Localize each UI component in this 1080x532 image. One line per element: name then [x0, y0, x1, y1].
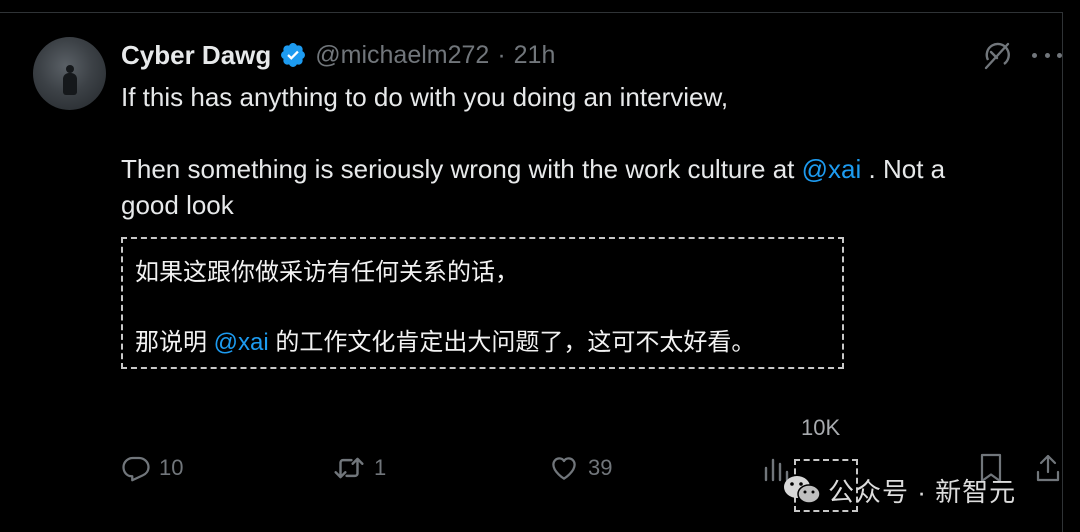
tweet-card: Cyber Dawg @michaelm272 · 21h If this ha…	[0, 0, 1080, 532]
more-dot	[1032, 52, 1037, 58]
tweet-text-segment: . Not a	[861, 154, 946, 184]
translation-box: 如果这跟你做采访有任何关系的话， 那说明 @xai 的工作文化肯定出大问题了，这…	[121, 237, 844, 369]
more-dot	[1044, 52, 1050, 58]
retweet-icon	[334, 457, 364, 479]
watermark-text: 公众号 · 新智元	[828, 476, 1017, 507]
reply-count: 10	[159, 455, 184, 480]
right-divider	[1062, 12, 1063, 532]
like-button[interactable]: 39	[548, 450, 612, 486]
retweet-button[interactable]: 1	[332, 450, 386, 486]
retweet-count: 1	[374, 455, 387, 480]
avatar-figure	[63, 65, 77, 95]
translation-segment: 那说明	[135, 329, 214, 356]
tweet-text-line: Then something is seriously wrong with t…	[121, 151, 945, 187]
like-icon	[552, 457, 576, 480]
wechat-icon	[784, 476, 821, 504]
share-icon[interactable]	[1034, 452, 1062, 484]
watermark: 公众号 · 新智元	[782, 470, 1016, 510]
display-name[interactable]: Cyber Dawg	[121, 40, 271, 71]
tweet-text-segment: Then something is seriously wrong with t…	[121, 154, 802, 184]
like-count: 39	[588, 455, 613, 480]
more-options-icon[interactable]	[1032, 41, 1062, 69]
mention-link[interactable]: @xai	[214, 329, 269, 356]
mention-link[interactable]: @xai	[802, 154, 862, 184]
views-count: 10K	[801, 415, 841, 440]
verified-badge-icon	[281, 43, 306, 67]
more-dot	[1057, 52, 1062, 58]
grok-icon[interactable]	[980, 38, 1014, 72]
tweet-header: Cyber Dawg @michaelm272 · 21h	[121, 38, 555, 72]
tweet-text-line: good look	[121, 190, 234, 220]
translation-line: 如果这跟你做采访有任何关系的话，	[135, 259, 519, 286]
reply-button[interactable]: 10	[121, 450, 183, 486]
reply-icon	[122, 456, 150, 482]
tweet-text-line: If this has anything to do with you doin…	[121, 82, 729, 112]
translation-line: 那说明 @xai 的工作文化肯定出大问题了，这可不太好看。	[135, 326, 755, 360]
avatar[interactable]	[33, 37, 106, 110]
top-divider	[0, 12, 1062, 13]
user-handle[interactable]: @michaelm272	[315, 41, 489, 70]
translation-segment: 的工作文化肯定出大问题了，这可不太好看。	[268, 329, 756, 356]
timestamp[interactable]: 21h	[514, 41, 556, 70]
separator-dot: ·	[497, 40, 506, 69]
